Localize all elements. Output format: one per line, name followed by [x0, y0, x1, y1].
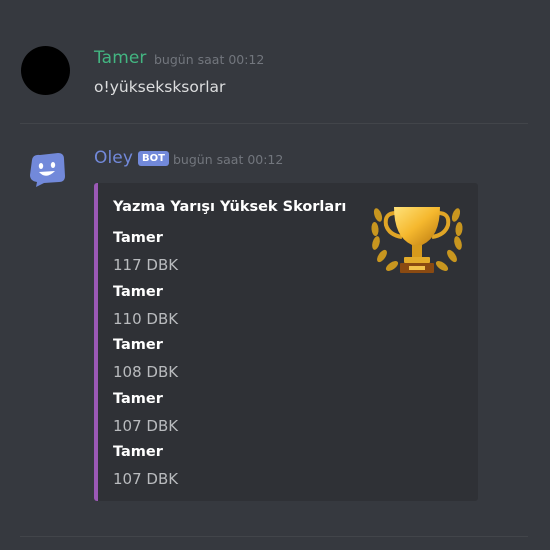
bot-avatar-icon[interactable]	[24, 146, 68, 190]
trophy-icon[interactable]	[366, 193, 468, 289]
message-author[interactable]: Oley	[94, 148, 133, 168]
embed-field-name: Tamer	[113, 337, 163, 353]
embed-field-value: 117 DBK	[113, 256, 179, 274]
embed-field-value: 108 DBK	[113, 363, 179, 381]
embed-title: Yazma Yarışı Yüksek Skorları	[113, 199, 347, 215]
embed-field-name: Tamer	[113, 444, 163, 460]
message-bot: Oley BOT bugün saat 00:12 Yazma Yarışı Y…	[0, 0, 550, 550]
embed-field-value: 107 DBK	[113, 470, 179, 488]
embed-field-value: 110 DBK	[113, 310, 179, 328]
message-timestamp: bugün saat 00:12	[173, 152, 284, 167]
embed-field-value: 107 DBK	[113, 417, 179, 435]
chat-messages: Tamer bugün saat 00:12 o!yükseksksorlar …	[0, 0, 550, 550]
embed-field-name: Tamer	[113, 230, 163, 246]
embed-field-name: Tamer	[113, 391, 163, 407]
message-divider	[20, 536, 528, 537]
embed-field-name: Tamer	[113, 284, 163, 300]
bot-badge: BOT	[138, 151, 169, 166]
embed: Yazma Yarışı Yüksek Skorları Tamer 117 D…	[94, 183, 478, 501]
